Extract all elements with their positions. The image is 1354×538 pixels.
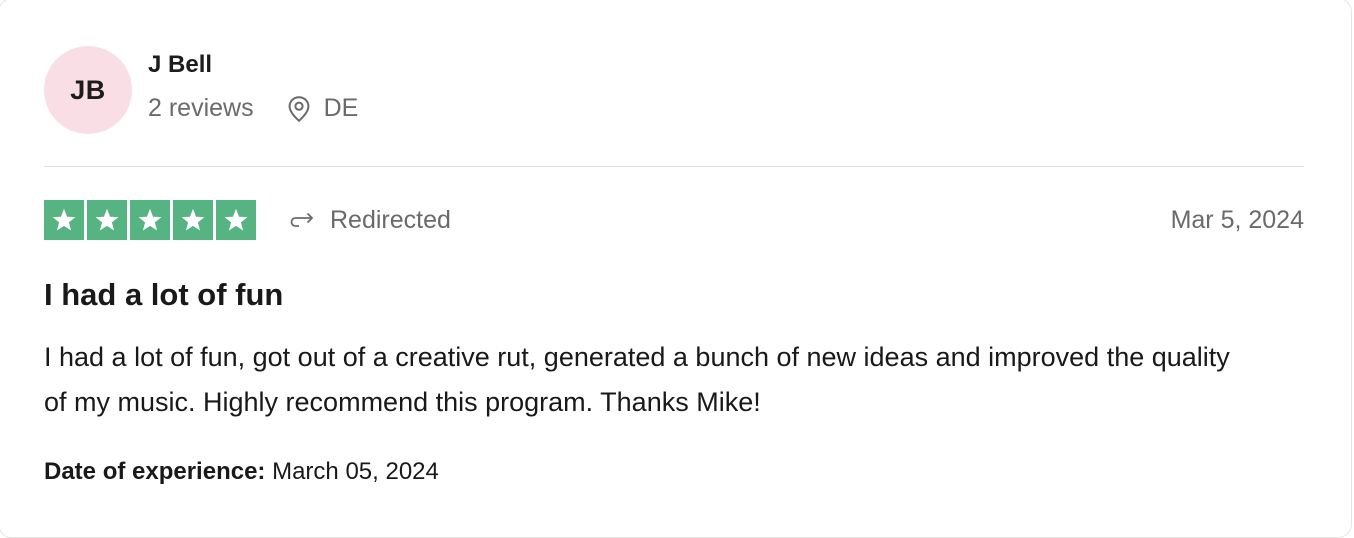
rating-row: Redirected Mar 5, 2024 bbox=[44, 200, 1304, 240]
avatar[interactable]: JB bbox=[44, 46, 132, 134]
map-pin-icon bbox=[288, 95, 309, 122]
star-box bbox=[216, 200, 256, 240]
star-rating bbox=[44, 200, 256, 240]
experience-date: March 05, 2024 bbox=[272, 458, 439, 485]
star-box bbox=[87, 200, 127, 240]
star-box bbox=[44, 200, 84, 240]
divider bbox=[44, 166, 1304, 167]
experience-label: Date of experience: bbox=[44, 458, 266, 485]
consumer-meta: 2 reviews DE bbox=[148, 94, 358, 123]
star-box bbox=[173, 200, 213, 240]
star-icon bbox=[181, 208, 205, 231]
consumer-name[interactable]: J Bell bbox=[148, 51, 358, 79]
star-icon bbox=[224, 208, 248, 231]
redirect-arrow-icon bbox=[290, 212, 314, 227]
consumer-details: J Bell 2 reviews DE bbox=[148, 51, 358, 123]
consumer-info: JB J Bell 2 reviews DE bbox=[44, 46, 358, 134]
country-code: DE bbox=[323, 94, 359, 122]
consumer-location: DE bbox=[286, 94, 359, 123]
review-title[interactable]: I had a lot of fun bbox=[44, 276, 283, 314]
star-icon bbox=[52, 208, 76, 231]
star-icon bbox=[95, 208, 119, 231]
date-of-experience: Date of experience: March 05, 2024 bbox=[44, 458, 439, 486]
star-icon bbox=[138, 208, 162, 231]
review-card: JB J Bell 2 reviews DE Redirected Mar 5,… bbox=[0, 0, 1352, 538]
star-box bbox=[130, 200, 170, 240]
review-source-label: Redirected bbox=[330, 205, 451, 234]
review-source[interactable]: Redirected bbox=[290, 206, 451, 235]
review-text: I had a lot of fun, got out of a creativ… bbox=[44, 342, 1230, 417]
review-date: Mar 5, 2024 bbox=[1170, 205, 1304, 234]
review-count: 2 reviews bbox=[148, 94, 254, 122]
